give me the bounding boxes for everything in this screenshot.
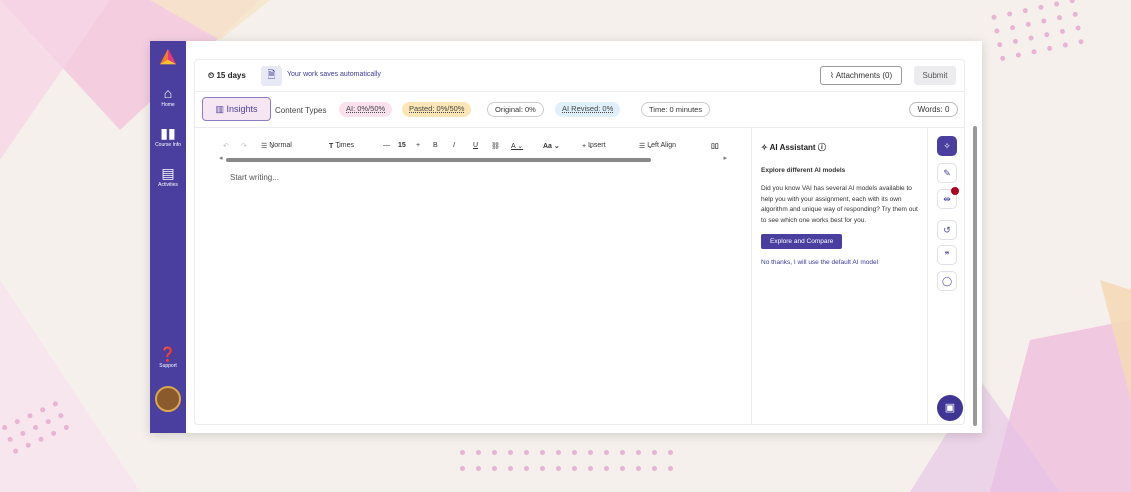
quote-icon[interactable]: ❞ [937, 245, 957, 265]
pasted-percentage-badge[interactable]: Pasted: 0%/50% [402, 102, 472, 117]
text-editor[interactable]: ↶ ↷ ☰ Normal ⌄ T Times ⌄ — 15 + B I U ⛓ … [195, 127, 752, 425]
history-icon[interactable]: ↺ [937, 220, 957, 240]
ai-assistant-subtitle: Explore different AI models [761, 167, 846, 174]
sidebar-item-course-info[interactable]: ▮▮ Course Info [150, 126, 186, 148]
link-icon[interactable]: ⛓ [491, 142, 500, 150]
columns-icon[interactable]: ▯▯ [711, 142, 719, 150]
info-icon[interactable]: ⓘ [818, 143, 826, 152]
scroll-left-icon[interactable]: ◂ [219, 154, 223, 162]
notification-dot [951, 187, 959, 195]
text-color-icon[interactable]: A ⌄ [511, 142, 523, 150]
sidebar-item-home[interactable]: ⌂ Home [150, 86, 186, 108]
document-icon: ▤ [161, 165, 175, 181]
help-icon: ❓ [159, 346, 177, 362]
book-icon: ▮▮ [160, 125, 176, 141]
app-logo [159, 48, 177, 65]
pink-triangle-bottom-left [0, 280, 140, 492]
chat-launcher-icon[interactable]: ▣ [937, 395, 963, 421]
right-tool-rail: ✧ ✎ ⇹ ↺ ❞ ◯ [927, 127, 965, 425]
underline-icon[interactable]: U [473, 142, 478, 149]
original-percentage-badge[interactable]: Original: 0% [487, 102, 544, 117]
pencil-icon[interactable]: ✎ [937, 163, 957, 183]
autosave-notice: Your work saves automatically [287, 71, 381, 78]
app-window: ⌂ Home ▮▮ Course Info ▤ Activities ❓ Sup… [150, 41, 982, 433]
text-case-icon[interactable]: Aa ⌄ [543, 142, 560, 150]
ai-revised-percentage-badge[interactable]: AI Revised: 0% [555, 102, 621, 117]
window-scrollbar[interactable] [973, 126, 977, 426]
sidebar-item-label: Support [159, 363, 177, 369]
font-size-value[interactable]: 15 [398, 142, 406, 149]
insert-menu[interactable]: + Insert ⌄ [582, 142, 606, 150]
ai-assistant-panel: ✧ AI Assistant ⓘ Explore different AI mo… [752, 127, 927, 425]
scroll-right-icon[interactable]: ▸ [723, 154, 727, 162]
stats-bar: ▥ Insights Content Types AI: 0%/50% Past… [201, 97, 961, 121]
sidebar-item-label: Home [161, 102, 175, 108]
paperclip-icon: ⌇ [830, 71, 834, 80]
ai-assistant-message: Did you know VAI has several AI models a… [761, 185, 918, 224]
insights-button[interactable]: ▥ Insights [202, 97, 271, 121]
editor-toolbar: ↶ ↷ ☰ Normal ⌄ T Times ⌄ — 15 + B I U ⛓ … [219, 142, 729, 155]
ai-assistant-title: ✧ AI Assistant ⓘ [761, 143, 826, 152]
assignment-panel: ⏲ 15 days 🗎 Your work saves automaticall… [194, 59, 965, 425]
ai-percentage-badge[interactable]: AI: 0%/50% [339, 102, 393, 117]
content-types-label: Content Types [275, 106, 327, 115]
sidebar-item-label: Course Info [155, 142, 181, 148]
undo-icon[interactable]: ↶ [223, 142, 229, 150]
redo-icon[interactable]: ↷ [241, 142, 247, 150]
dot-pattern-top-right [991, 0, 1084, 62]
word-count: Words: 0 [909, 102, 958, 117]
ai-sparkle-tool-icon[interactable]: ✧ [937, 136, 957, 156]
document-icon[interactable]: 🗎 [261, 66, 282, 86]
avatar[interactable] [155, 386, 181, 412]
home-icon: ⌂ [163, 85, 173, 101]
dot-pattern-bottom [460, 450, 673, 471]
sparkle-icon: ✧ [761, 143, 768, 152]
chart-icon: ▥ [215, 104, 224, 114]
sidebar-item-support[interactable]: ❓ Support [150, 347, 186, 369]
default-model-link[interactable]: No thanks, I will use the default AI mod… [761, 259, 927, 266]
top-bar: ⏲ 15 days 🗎 Your work saves automaticall… [195, 60, 964, 92]
font-family-select[interactable]: T Times ⌄ [329, 142, 354, 150]
sidebar-item-label: Activities [158, 182, 178, 188]
increase-font-icon[interactable]: + [416, 142, 420, 149]
attachments-button[interactable]: ⌇ Attachments (0) [820, 66, 903, 85]
paragraph-style-select[interactable]: ☰ Normal ⌄ [261, 142, 292, 150]
comment-icon[interactable]: ◯ [937, 271, 957, 291]
scrollbar-thumb[interactable] [226, 158, 651, 162]
toolbar-scrollbar[interactable]: ◂ ▸ [219, 154, 727, 163]
align-select[interactable]: ☰ Left Align ⌄ [639, 142, 676, 150]
bold-icon[interactable]: B [433, 142, 438, 149]
time-remaining: ⏲ 15 days [208, 71, 246, 80]
explore-compare-button[interactable]: Explore and Compare [761, 234, 843, 249]
time-badge: Time: 0 minutes [641, 102, 711, 117]
editor-placeholder[interactable]: Start writing... [230, 173, 279, 182]
italic-icon[interactable]: I [453, 142, 455, 149]
decrease-font-icon[interactable]: — [383, 142, 390, 149]
sidebar-item-activities[interactable]: ▤ Activities [150, 166, 186, 188]
submit-button[interactable]: Submit [914, 66, 956, 85]
sidebar: ⌂ Home ▮▮ Course Info ▤ Activities ❓ Sup… [150, 41, 186, 433]
